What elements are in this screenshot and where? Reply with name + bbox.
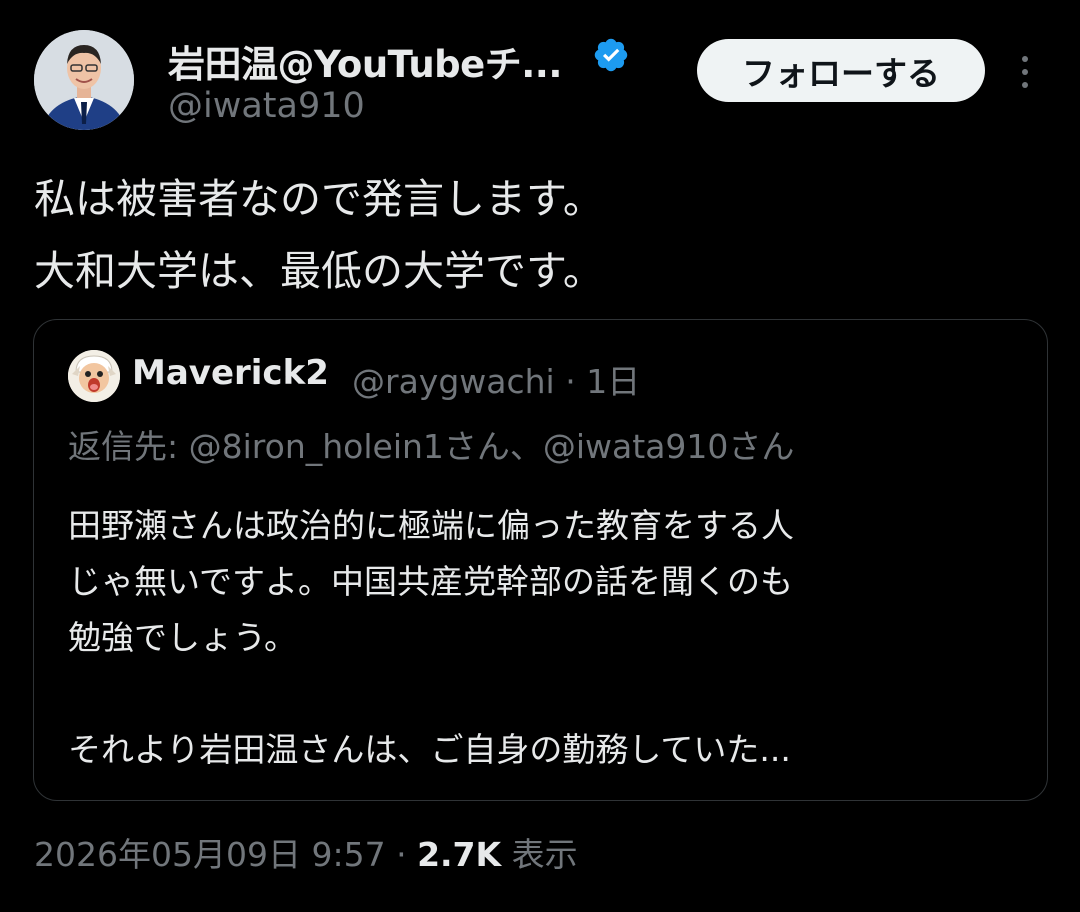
quoted-text-line: 勉強でしょう。 — [68, 618, 298, 657]
quoted-text-line: じゃ無いですよ。中国共産党幹部の話を聞くのも — [68, 562, 794, 601]
quoted-text-line: 田野瀬さんは政治的に極端に偏った教育をする人 — [68, 506, 794, 545]
author-avatar[interactable] — [34, 30, 134, 130]
quoted-tweet[interactable]: Maverick2 @raygwachi · 1日 返信先: @8iron_ho… — [33, 319, 1048, 801]
reply-users[interactable]: @8iron_holein1さん、@iwata910さん — [189, 427, 795, 466]
tweet-timestamp[interactable]: 2026年05月09日 9:57 — [34, 835, 386, 874]
quoted-tweet-text: 田野瀬さんは政治的に極端に偏った教育をする人 じゃ無いですよ。中国共産党幹部の話… — [68, 498, 1028, 778]
meta-separator: · — [396, 835, 407, 874]
views-count: 2.7K — [417, 835, 502, 874]
tweet-meta: 2026年05月09日 9:57 · 2.7K 表示 — [34, 828, 578, 876]
quoted-tweet-time[interactable]: · 1日 — [565, 362, 640, 401]
verified-badge-icon — [594, 38, 628, 72]
reply-to-line: 返信先: @8iron_holein1さん、@iwata910さん — [68, 420, 794, 468]
tweet-text: 私は被害者なので発言します。 大和大学は、最低の大学です。 — [34, 163, 1054, 307]
quoted-author-name[interactable]: Maverick2 — [132, 353, 329, 393]
author-name[interactable]: 岩田温@YouTubeチ... — [168, 34, 562, 88]
quoted-text-line: それより岩田温さんは、ご自身の勤務していた... — [68, 730, 791, 769]
views-label: 表示 — [511, 835, 578, 874]
tweet-line: 私は被害者なので発言します。 — [34, 175, 604, 223]
quoted-author-avatar[interactable] — [68, 350, 120, 402]
author-handle[interactable]: @iwata910 — [168, 86, 365, 126]
reply-prefix: 返信先: — [68, 427, 179, 466]
tweet-line: 大和大学は、最低の大学です。 — [34, 247, 604, 295]
quoted-author-meta: @raygwachi · 1日 — [352, 355, 640, 403]
more-options-icon[interactable] — [1014, 52, 1036, 92]
follow-button[interactable]: フォローする — [697, 39, 985, 102]
quoted-author-handle[interactable]: @raygwachi — [352, 362, 555, 401]
